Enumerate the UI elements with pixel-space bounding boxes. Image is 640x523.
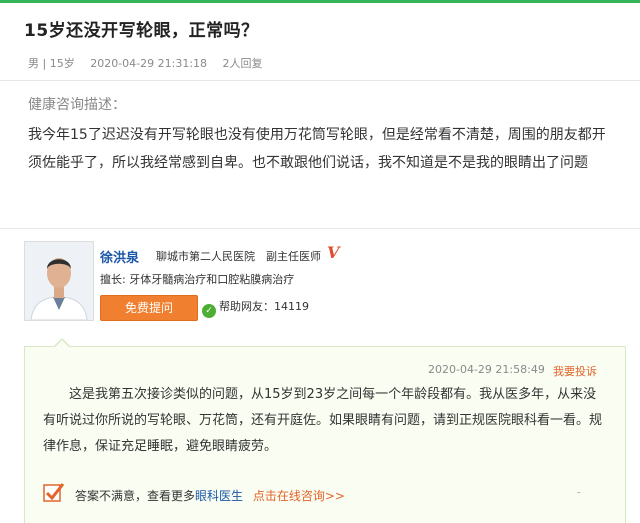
doctor-name[interactable]: 徐洪泉 — [100, 247, 139, 266]
more-dots: - — [576, 485, 581, 499]
answer-datetime: 2020-04-29 21:58:49 — [428, 363, 545, 376]
answer-box: 2020-04-29 21:58:49 我要投诉 这是我第五次接诊类似的问题，从… — [24, 338, 626, 523]
divider — [0, 80, 640, 81]
top-accent-line — [0, 0, 640, 3]
doctor-title: 副主任医师 — [266, 250, 321, 263]
question-meta: 男 | 15岁 2020-04-29 21:31:18 2人回复 — [28, 55, 275, 71]
doctor-specialty: 擅长: 牙体牙髓病治疗和口腔粘膜病治疗 — [100, 273, 295, 286]
feedback-prefix: 答案不满意，查看更多 — [75, 489, 196, 503]
doctor-card: 徐洪泉 聊城市第二人民医院 副主任医师 V 擅长: 牙体牙髓病治疗和口腔粘膜病治… — [24, 239, 624, 329]
gender-age: 男 | 15岁 — [28, 57, 75, 70]
question-title: 15岁还没开写轮眼，正常吗？ — [24, 21, 259, 41]
helped-count-text: 帮助网友：14119 — [219, 300, 309, 313]
doctor-avatar[interactable] — [24, 241, 94, 321]
description-label: 健康咨询描述： — [28, 97, 126, 113]
helped-count: ✓ 帮助网友：14119 — [202, 298, 309, 318]
help-bubble-icon: ✓ — [202, 304, 216, 318]
verified-v-icon: V — [327, 243, 340, 262]
report-link[interactable]: 我要投诉 — [553, 363, 597, 379]
free-ask-button[interactable]: 免费提问 — [100, 295, 198, 321]
description-text: 我今年15了迟迟没有开写轮眼也没有使用万花筒写轮眼，但是经常看不清楚，周围的朋友… — [28, 127, 606, 171]
ophthalmology-doctor-link[interactable]: 眼科医生 — [195, 489, 243, 503]
reply-count: 2人回复 — [222, 57, 263, 70]
doctor-hospital: 聊城市第二人民医院 — [156, 250, 255, 263]
divider — [0, 228, 640, 229]
online-consult-link[interactable]: 点击在线咨询>> — [253, 489, 345, 503]
checkbox-icon — [43, 483, 65, 502]
question-datetime: 2020-04-29 21:31:18 — [90, 57, 208, 70]
answer-text: 这是我第五次接诊类似的问题，从15岁到23岁之间每一个年龄段都有。我从医多年，从… — [43, 387, 603, 454]
feedback-line: 答案不满意，查看更多眼科医生 点击在线咨询>> — [75, 487, 345, 504]
